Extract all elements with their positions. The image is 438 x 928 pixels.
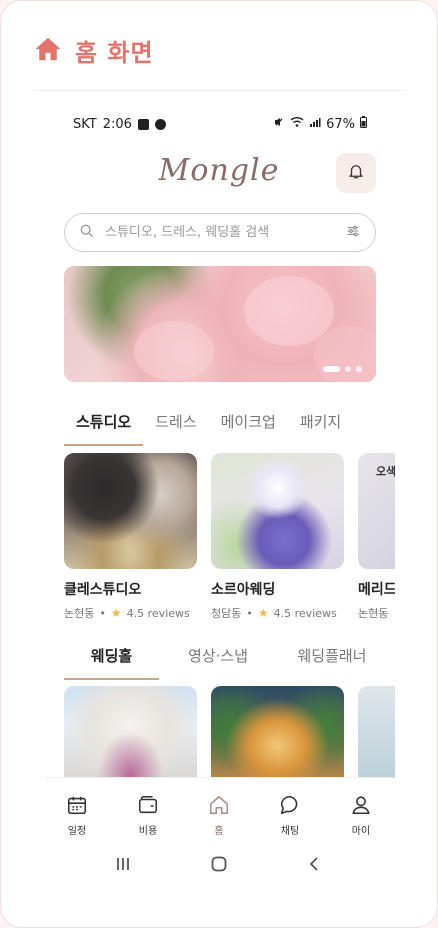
separator-dot: •	[246, 606, 253, 620]
vendor-card[interactable]: 소르아웨딩 청담동 • ★ 4.5 reviews	[211, 453, 344, 628]
vendor-rating: 4.5 reviews	[126, 606, 190, 620]
vendor-rating: 4.5 reviews	[273, 606, 337, 620]
category-tabs: 스튜디오 드레스 메이크업 패키지	[64, 405, 353, 446]
nav-label: 채팅	[280, 826, 300, 837]
nav-label: 일정	[67, 826, 87, 837]
vendor-card[interactable]: 클레스튜디오 논현동 • ★ 4.5 reviews	[64, 453, 197, 628]
tab-package[interactable]: 패키지	[288, 405, 353, 446]
header-divider	[33, 90, 405, 91]
nav-my[interactable]: 마이	[339, 794, 383, 839]
vendor-carousel: 클레스튜디오 논현동 • ★ 4.5 reviews 소르아웨딩 청담동 • ★…	[64, 453, 395, 628]
vendor-area: 논현동	[358, 607, 389, 620]
recent-apps-button[interactable]	[111, 852, 135, 876]
vendor-name: 소르아웨딩	[211, 582, 276, 598]
bottom-nav: 일정 비용 홈 채팅 마이	[45, 777, 393, 839]
system-nav	[111, 851, 327, 877]
banner-pagination	[323, 366, 362, 372]
app-notification-icon	[154, 118, 166, 130]
battery-percent: 67%	[326, 116, 355, 132]
signal-icon	[309, 116, 321, 132]
venue-carousel	[64, 686, 395, 778]
separator-dot: •	[99, 606, 106, 620]
nav-home[interactable]: 홈	[197, 794, 241, 839]
service-tabs: 웨딩홀 영상·스냅 웨딩플래너	[64, 641, 387, 680]
tab-studio[interactable]: 스튜디오	[64, 405, 144, 446]
venue-image	[211, 686, 344, 778]
vendor-name: 클레스튜디오	[64, 582, 142, 598]
pagination-dot[interactable]	[323, 366, 340, 372]
search-input[interactable]	[105, 225, 335, 240]
home-icon	[33, 34, 63, 68]
venue-card[interactable]	[211, 686, 344, 778]
filter-icon[interactable]	[345, 223, 361, 243]
tab-video-snap[interactable]: 영상·스냅	[159, 641, 277, 680]
vendor-name: 메리드	[358, 582, 395, 598]
user-icon	[350, 794, 372, 819]
vendor-image	[358, 453, 395, 569]
nav-cost[interactable]: 비용	[126, 794, 170, 839]
back-button[interactable]	[303, 852, 327, 876]
wallet-icon	[137, 794, 159, 819]
tab-wedding-hall[interactable]: 웨딩홀	[64, 641, 159, 680]
promo-banner[interactable]	[64, 266, 376, 382]
pagination-dot[interactable]	[356, 366, 362, 372]
tab-makeup[interactable]: 메이크업	[209, 405, 288, 446]
battery-icon	[360, 116, 367, 132]
wifi-icon	[290, 116, 304, 132]
venue-image	[64, 686, 197, 778]
star-icon: ★	[257, 606, 269, 620]
vendor-area: 청담동	[211, 607, 242, 620]
calendar-icon	[66, 794, 88, 819]
clock: 2:06	[102, 116, 132, 132]
vendor-area: 논현동	[64, 607, 95, 620]
notification-button[interactable]	[336, 153, 376, 193]
page-title: 홈 화면	[75, 39, 154, 67]
venue-card[interactable]	[358, 686, 395, 778]
tab-dress[interactable]: 드레스	[143, 405, 208, 446]
nav-chat[interactable]: 채팅	[268, 794, 312, 839]
nav-label: 비용	[138, 826, 158, 837]
status-bar: SKT 2:06 67%	[73, 114, 367, 134]
venue-image	[358, 686, 395, 778]
star-icon: ★	[110, 606, 122, 620]
gallery-icon	[137, 118, 149, 130]
search-icon	[79, 223, 95, 243]
mute-icon	[273, 116, 285, 132]
bell-icon	[347, 162, 365, 184]
carrier-label: SKT	[73, 116, 97, 132]
venue-card[interactable]	[64, 686, 197, 778]
home-icon	[208, 794, 230, 819]
chat-icon	[279, 794, 301, 819]
vendor-card[interactable]: 메리드 논현동	[358, 453, 395, 628]
pagination-dot[interactable]	[345, 366, 351, 372]
search-bar[interactable]	[64, 213, 376, 252]
top-header: 홈 화면	[33, 33, 154, 68]
vendor-image	[211, 453, 344, 569]
nav-label: 마이	[351, 826, 371, 837]
tab-wedding-planner[interactable]: 웨딩플래너	[277, 641, 387, 680]
vendor-image	[64, 453, 197, 569]
nav-schedule[interactable]: 일정	[55, 794, 99, 839]
nav-label: 홈	[214, 826, 224, 837]
screen-frame: 홈 화면 SKT 2:06 67% Mongle 스튜디오, 드레스, 웨딩홀 …	[0, 0, 438, 928]
system-home-button[interactable]	[207, 852, 231, 876]
